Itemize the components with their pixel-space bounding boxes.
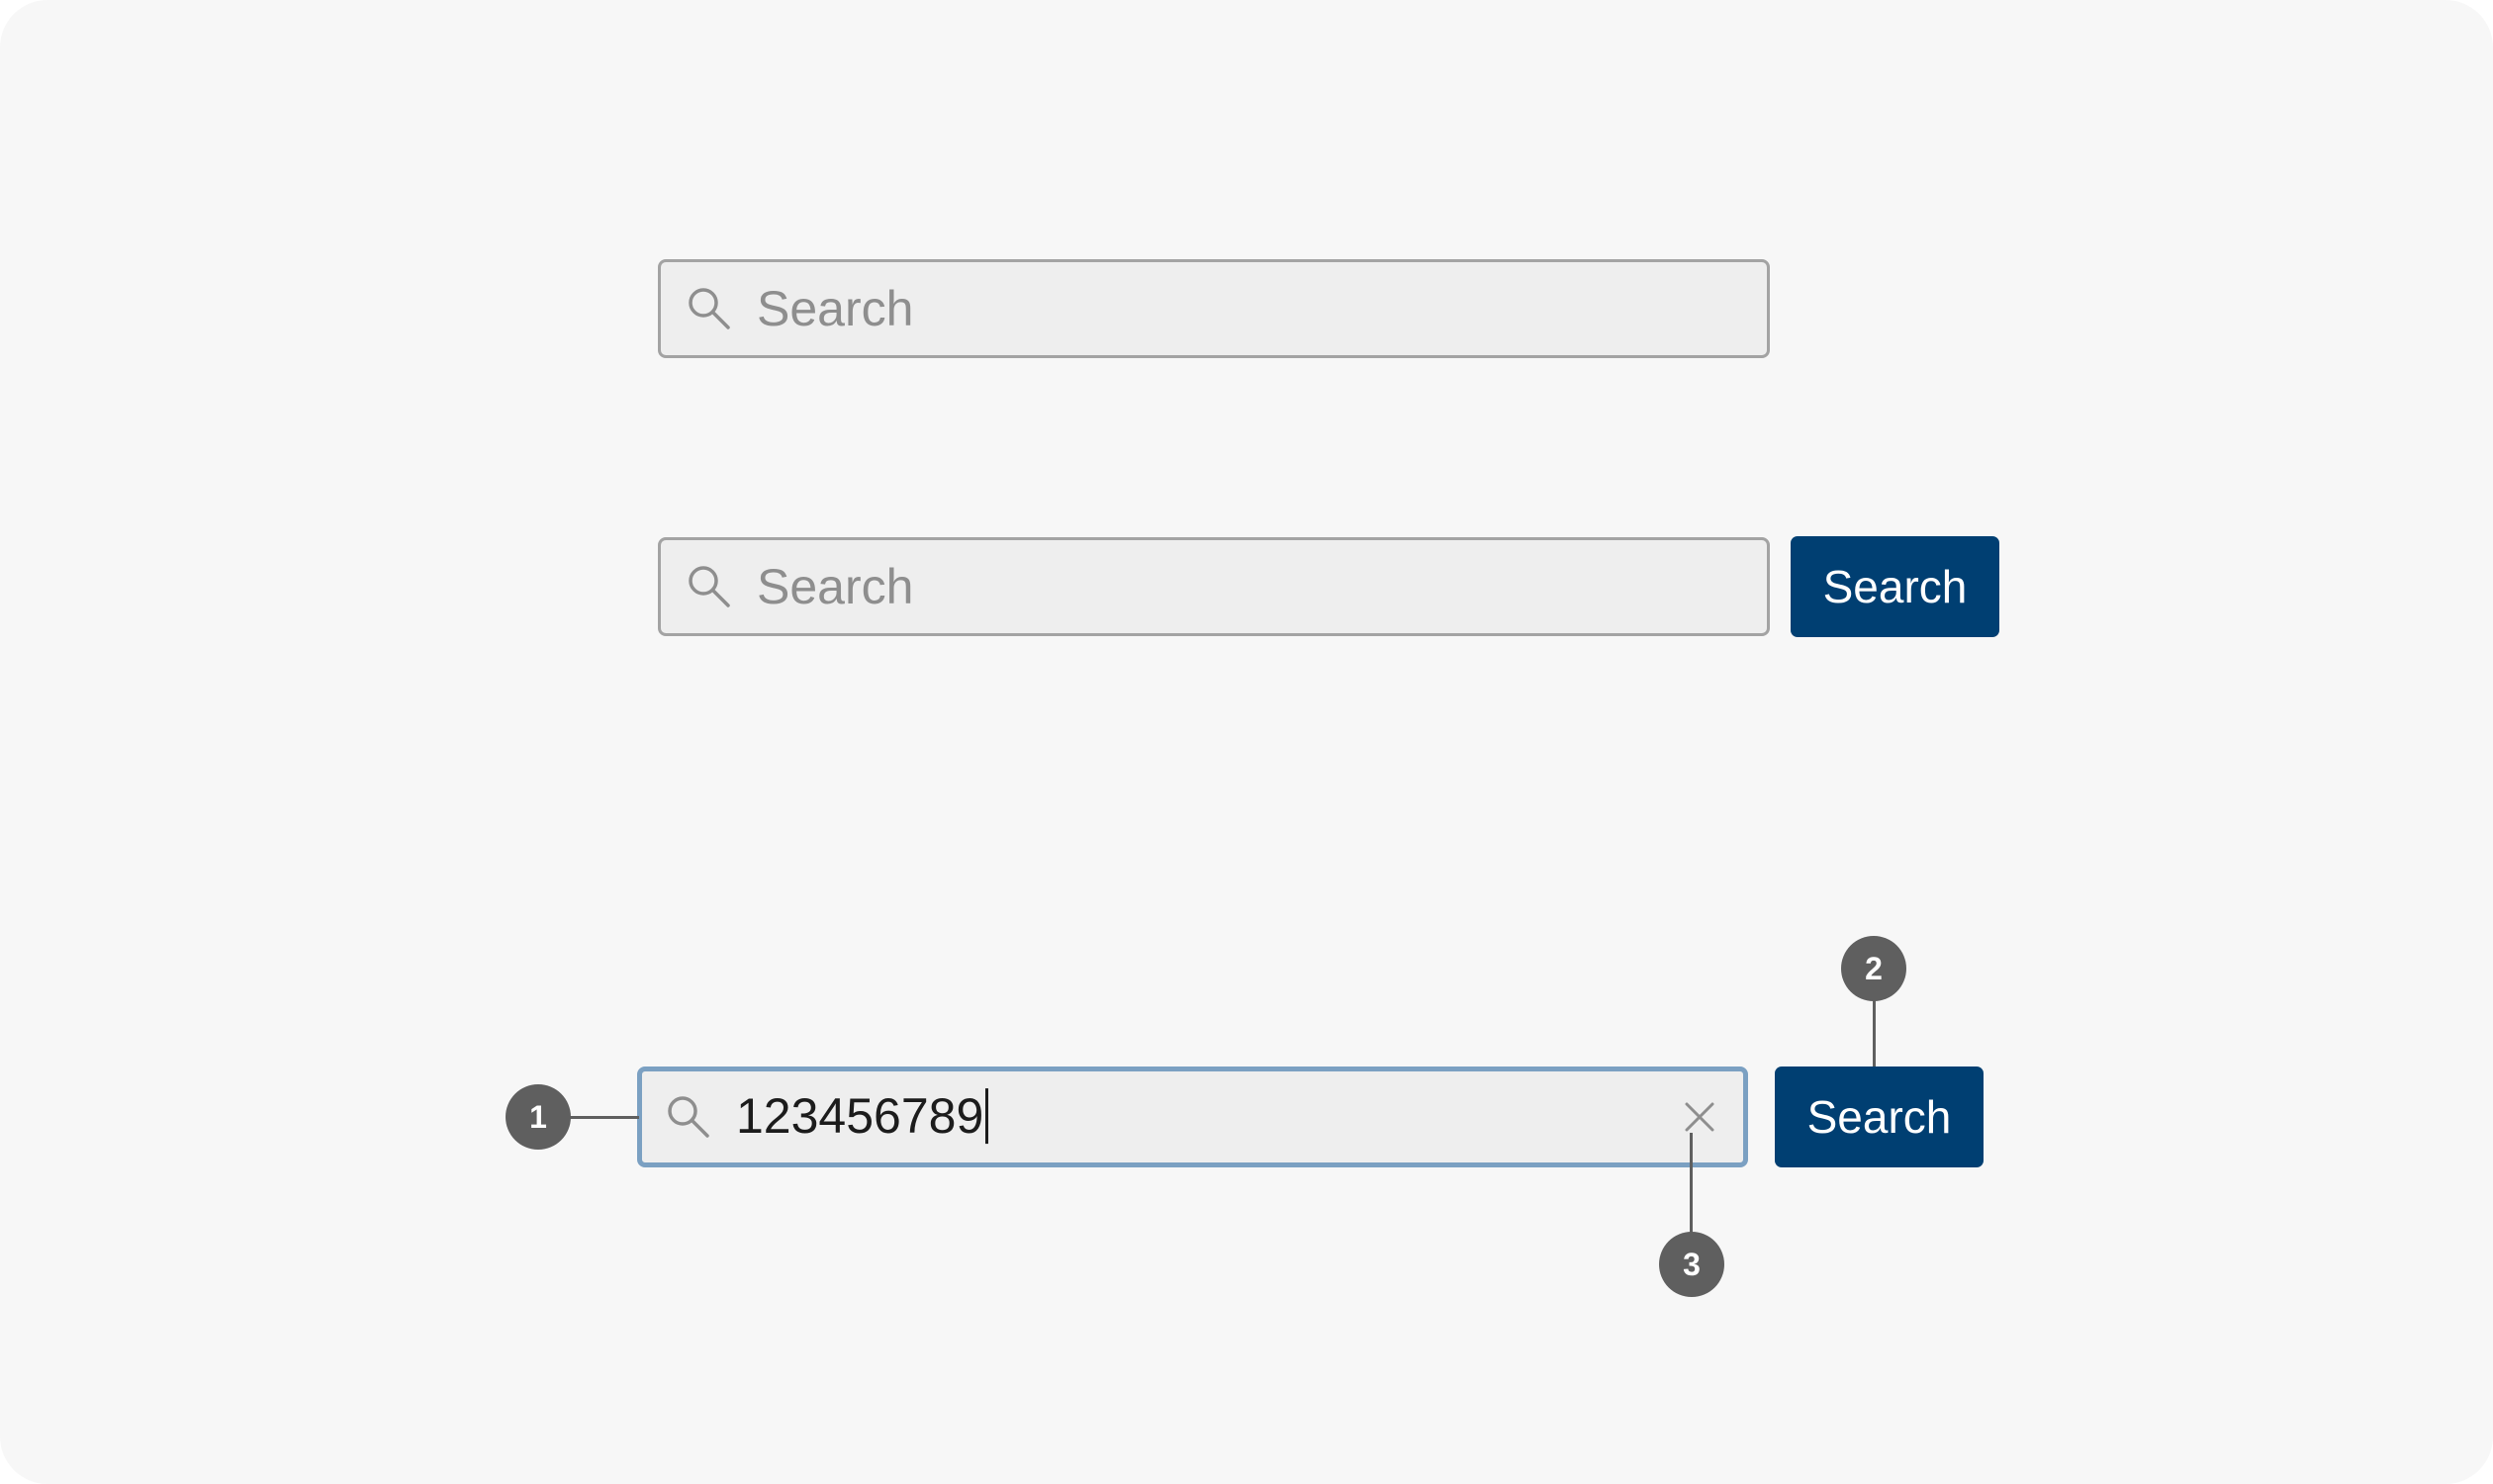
callout-2-leader bbox=[1873, 999, 1876, 1067]
text-caret bbox=[985, 1087, 989, 1144]
search-placeholder: Search bbox=[757, 559, 914, 614]
search-button[interactable]: Search bbox=[1791, 536, 1999, 637]
callout-1-leader bbox=[568, 1116, 639, 1119]
callout-3-leader bbox=[1690, 1133, 1693, 1235]
search-value-text: 123456789 bbox=[736, 1088, 984, 1145]
search-icon bbox=[668, 1096, 709, 1138]
search-field-with-button[interactable]: Search bbox=[658, 537, 1770, 636]
callout-marker-1: 1 bbox=[506, 1084, 571, 1150]
search-icon bbox=[689, 288, 730, 329]
search-input-value: 123456789 bbox=[736, 1086, 989, 1148]
search-button[interactable]: Search bbox=[1775, 1067, 1984, 1167]
close-icon[interactable] bbox=[1682, 1099, 1717, 1135]
callout-marker-3: 3 bbox=[1659, 1232, 1724, 1297]
callout-marker-2: 2 bbox=[1841, 936, 1906, 1001]
search-placeholder: Search bbox=[757, 281, 914, 336]
search-field-basic[interactable]: Search bbox=[658, 259, 1770, 358]
search-field-focused[interactable]: 123456789 bbox=[637, 1067, 1748, 1167]
search-icon bbox=[689, 566, 730, 607]
canvas: Search Search Search 123456789 Search 1 … bbox=[0, 0, 2493, 1484]
